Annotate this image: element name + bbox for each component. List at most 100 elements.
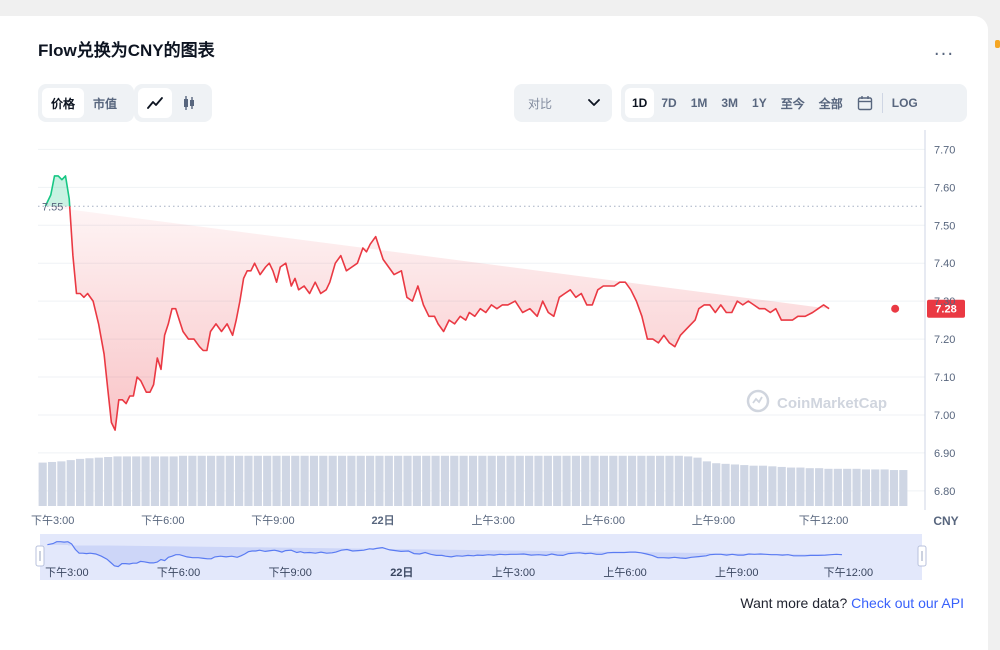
volume-bar bbox=[889, 470, 899, 506]
navigator-tick-label: 上午3:00 bbox=[492, 566, 535, 579]
volume-bar bbox=[506, 455, 515, 506]
volume-bar bbox=[590, 455, 599, 506]
y-tick-label: 7.00 bbox=[934, 410, 955, 422]
volume-bar bbox=[169, 456, 178, 506]
compare-dropdown[interactable]: 对比 bbox=[514, 84, 612, 122]
volume-bar bbox=[375, 455, 384, 506]
volume-bar bbox=[899, 470, 908, 506]
watermark-text: CoinMarketCap bbox=[777, 395, 887, 412]
candlestick-icon bbox=[184, 96, 194, 110]
chart-style-toggle bbox=[134, 84, 212, 122]
navigator-tick-label: 下午3:00 bbox=[45, 566, 88, 579]
range-divider bbox=[881, 93, 883, 113]
range-1d[interactable]: 1D bbox=[625, 88, 655, 118]
range-1y[interactable]: 1Y bbox=[745, 88, 774, 118]
volume-bar bbox=[291, 455, 300, 506]
candlestick-button[interactable] bbox=[172, 88, 206, 118]
volume-bar bbox=[244, 455, 253, 506]
volume-bar bbox=[693, 457, 702, 506]
volume-bar bbox=[656, 455, 665, 506]
volume-bar bbox=[721, 463, 730, 506]
x-tick-label: 22日 bbox=[371, 514, 394, 527]
volume-bar bbox=[57, 461, 66, 506]
time-range-selector: 1D 7D 1M 3M 1Y 至今 全部 LOG bbox=[621, 84, 967, 122]
volume-bar bbox=[627, 455, 637, 506]
volume-bar bbox=[47, 461, 57, 506]
volume-bar bbox=[328, 455, 337, 506]
x-tick-label: 下午3:00 bbox=[31, 514, 74, 527]
volume-bar bbox=[543, 455, 552, 506]
volume-bar bbox=[805, 468, 814, 506]
x-tick-label: 上午9:00 bbox=[692, 514, 735, 527]
volume-bar bbox=[871, 469, 880, 506]
logo-mark-icon bbox=[752, 396, 763, 404]
volume-bar bbox=[525, 455, 534, 506]
volume-bar bbox=[300, 455, 309, 506]
volume-bar bbox=[132, 456, 141, 506]
volume-bar bbox=[515, 455, 524, 506]
volume-bar bbox=[487, 455, 496, 506]
volume-bar bbox=[777, 466, 786, 506]
price-tab[interactable]: 价格 bbox=[42, 88, 85, 118]
line-chart-button[interactable] bbox=[138, 88, 172, 118]
volume-bar bbox=[815, 468, 824, 506]
price-area: 7.557.28 bbox=[38, 175, 965, 431]
volume-bar bbox=[571, 455, 580, 506]
calendar-icon bbox=[857, 96, 872, 111]
navigator-tick-label: 上午6:00 bbox=[603, 566, 646, 579]
compare-label: 对比 bbox=[528, 96, 553, 111]
open-price-label: 7.55 bbox=[42, 201, 63, 213]
volume-bar bbox=[534, 455, 543, 506]
volume-bar bbox=[478, 455, 487, 506]
volume-bar bbox=[684, 456, 693, 506]
y-tick-label: 7.70 bbox=[934, 144, 955, 156]
range-1m[interactable]: 1M bbox=[684, 88, 715, 118]
volume-bar bbox=[178, 455, 188, 506]
range-ytd[interactable]: 至今 bbox=[774, 88, 812, 118]
watermark: CoinMarketCap bbox=[746, 389, 887, 413]
y-tick-label: 6.90 bbox=[934, 448, 955, 460]
currency-label: CNY bbox=[933, 514, 958, 528]
volume-bar bbox=[468, 455, 478, 506]
volume-bar bbox=[122, 456, 131, 506]
chevron-down-icon bbox=[588, 99, 600, 106]
volume-bar bbox=[263, 455, 272, 506]
navigator-tick-label: 下午12:00 bbox=[824, 566, 874, 579]
api-link[interactable]: Check out our API bbox=[851, 595, 964, 611]
volume-bar bbox=[38, 462, 47, 506]
volume-bar bbox=[113, 456, 122, 506]
y-tick-label: 7.50 bbox=[934, 220, 955, 232]
volume-bar bbox=[412, 455, 421, 506]
y-tick-label: 7.30 bbox=[934, 296, 955, 308]
volume-bar bbox=[553, 455, 562, 506]
y-tick-label: 6.80 bbox=[934, 486, 955, 498]
range-7d[interactable]: 7D bbox=[654, 88, 683, 118]
calendar-button[interactable] bbox=[850, 88, 880, 118]
volume-bar bbox=[431, 455, 440, 506]
range-navigator[interactable]: 下午3:00 下午6:00 下午9:00 22日 上午3:00 上午6:00 上午9:00 下… bbox=[35, 534, 927, 580]
volume-bar bbox=[225, 455, 234, 506]
volume-bar bbox=[319, 455, 328, 506]
volume-bar bbox=[712, 463, 721, 506]
range-all[interactable]: 全部 bbox=[812, 88, 850, 118]
price-fill-below-open bbox=[45, 206, 830, 431]
volume-bar bbox=[206, 455, 216, 506]
volume-bar bbox=[281, 455, 290, 506]
volume-bar bbox=[637, 455, 646, 506]
volume-bar bbox=[76, 458, 85, 506]
edge-fragment bbox=[995, 40, 1000, 48]
more-options-button[interactable]: ... bbox=[930, 40, 958, 60]
volume-bar bbox=[702, 461, 711, 506]
volume-bar bbox=[562, 455, 571, 506]
volume-bar bbox=[646, 455, 655, 506]
volume-bar bbox=[235, 455, 244, 506]
last-price-dot bbox=[891, 304, 900, 313]
log-scale-toggle[interactable]: LOG bbox=[885, 88, 925, 118]
market-cap-tab[interactable]: 市值 bbox=[84, 88, 126, 118]
volume-bar bbox=[833, 468, 842, 506]
volume-bar bbox=[356, 455, 365, 506]
navigator-tick-label: 下午6:00 bbox=[157, 566, 200, 579]
volume-bar bbox=[384, 455, 393, 506]
volume-bar bbox=[253, 455, 262, 506]
range-3m[interactable]: 3M bbox=[714, 88, 745, 118]
